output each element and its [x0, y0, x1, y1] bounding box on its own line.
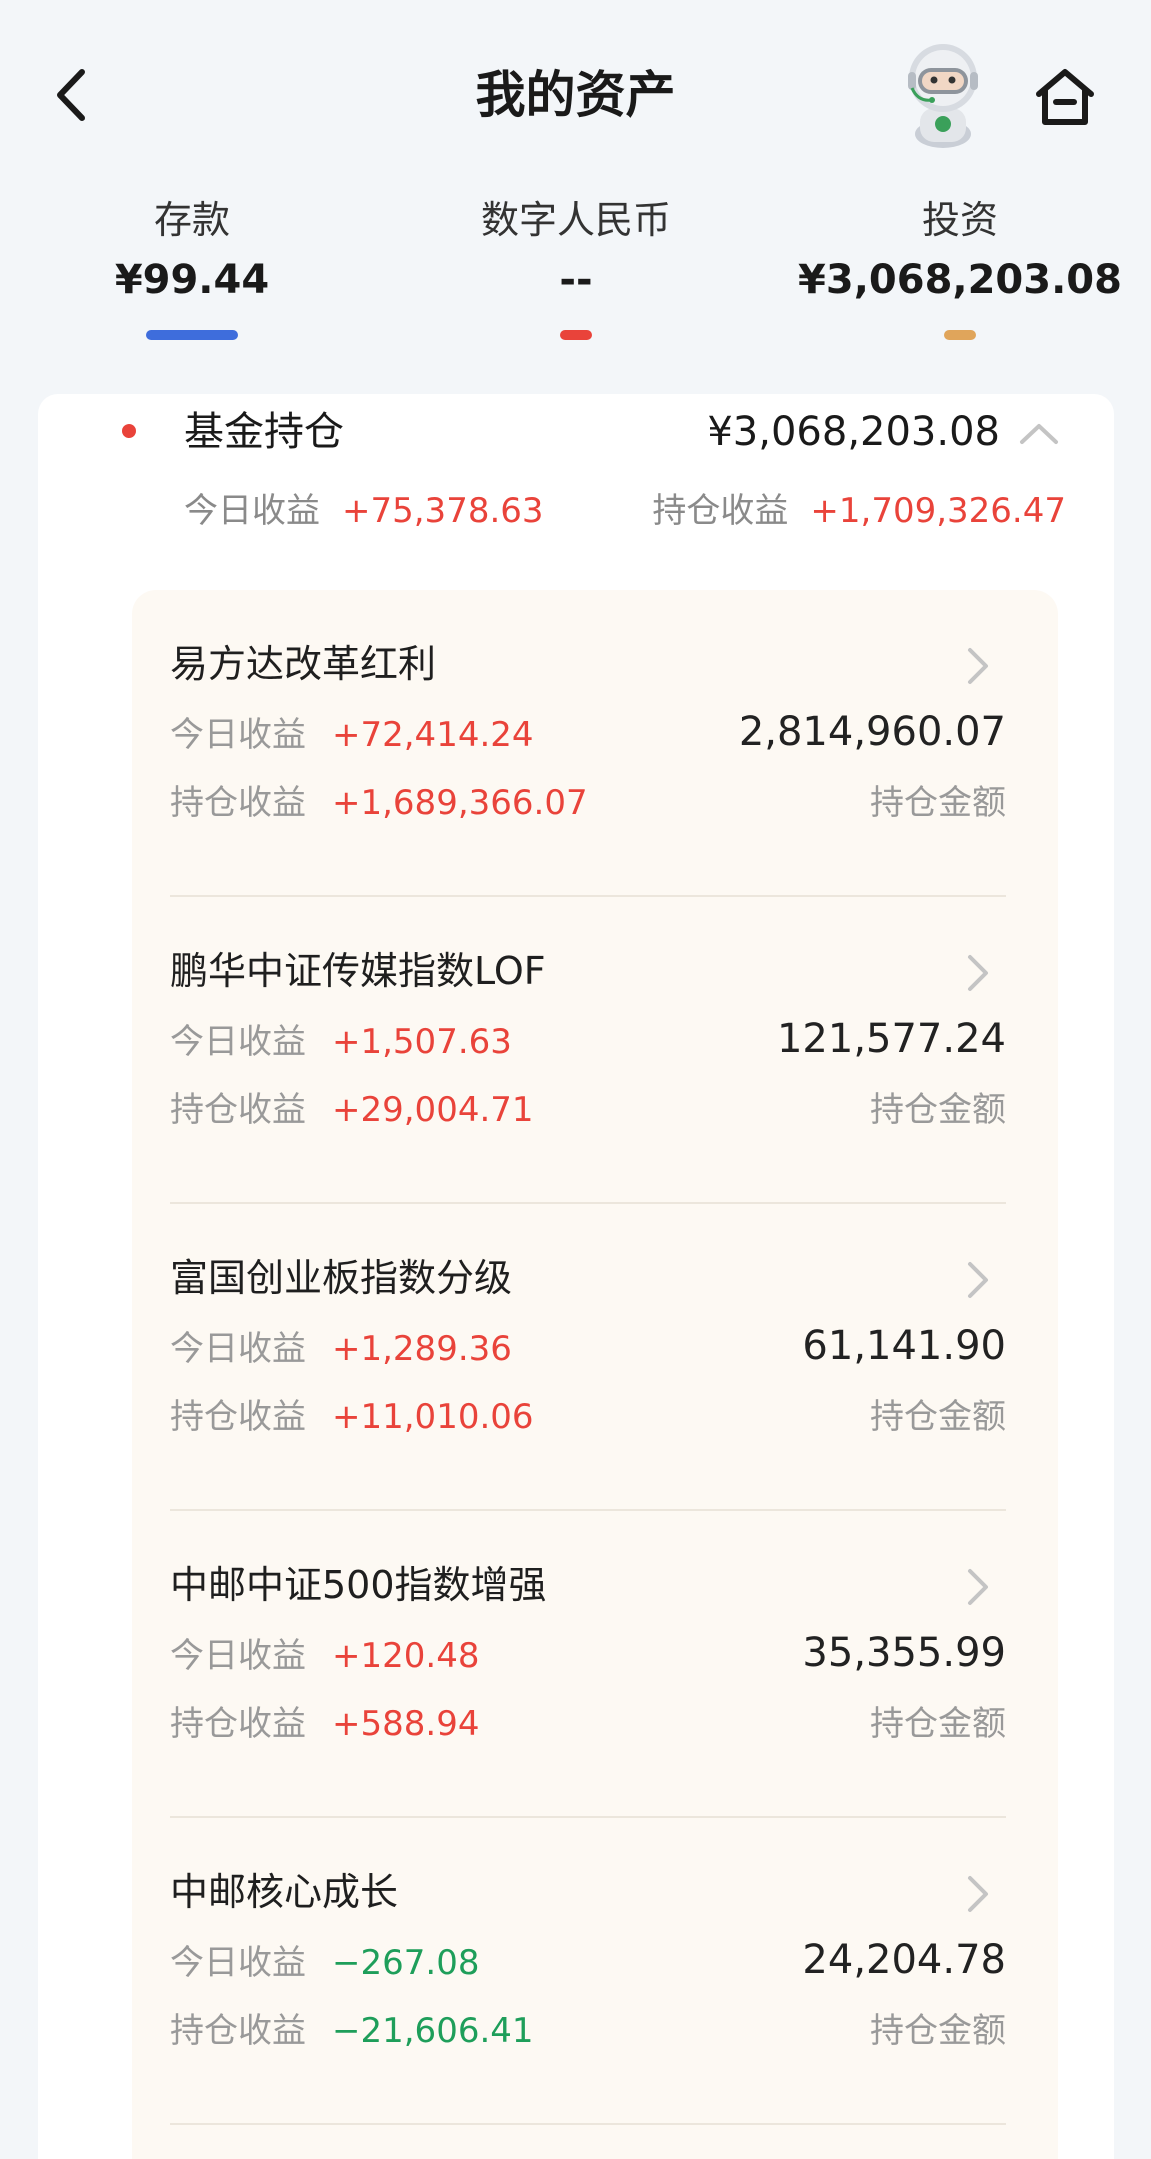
- summary-holding-earnings: 持仓收益 +1,709,326.47: [652, 486, 1066, 536]
- collapse-button[interactable]: [1014, 414, 1064, 450]
- chevron-right-icon: [968, 1876, 988, 1912]
- fund-name: 中邮核心成长: [170, 1870, 399, 1914]
- fund-today-value: −267.08: [332, 1943, 480, 1983]
- fund-hold-row: 持仓收益 +1,689,366.07: [170, 778, 588, 828]
- fund-today-label: 今日收益: [170, 1943, 306, 1983]
- tab-deposit-value: ¥99.44: [114, 257, 270, 303]
- fund-item[interactable]: 中邮核心成长 今日收益 −267.08 持仓收益 −21,606.41 24,204…: [132, 1818, 1058, 2125]
- fund-hold-row: 持仓收益 −21,606.41: [170, 2006, 534, 2056]
- fund-hold-value: +11,010.06: [332, 1397, 534, 1437]
- fund-amount: 61,141.90: [802, 1323, 1006, 1369]
- fund-hold-label: 持仓收益: [170, 1704, 306, 1744]
- fund-summary-dot: [122, 424, 136, 438]
- tab-investment-value: ¥3,068,203.08: [798, 257, 1122, 303]
- fund-name: 易方达改革红利: [170, 642, 437, 686]
- fund-today-label: 今日收益: [170, 1329, 306, 1369]
- fund-today-label: 今日收益: [170, 1636, 306, 1676]
- fund-hold-value: +1,689,366.07: [332, 783, 588, 823]
- robot-assistant-icon: [908, 44, 978, 148]
- fund-amount-label: 持仓金额: [870, 1397, 1006, 1437]
- tab-digital-rmb-label: 数字人民币: [480, 198, 671, 242]
- fund-amount-label: 持仓金额: [870, 783, 1006, 823]
- fund-amount: 35,355.99: [802, 1630, 1006, 1676]
- assistant-button[interactable]: [888, 38, 998, 150]
- fund-hold-value: +29,004.71: [332, 1090, 534, 1130]
- fund-item[interactable]: 富国创业板指数分级 今日收益 +1,289.36 持仓收益 +11,010.06 6…: [132, 1204, 1058, 1511]
- fund-today-value: +1,507.63: [332, 1022, 512, 1062]
- fund-list: 易方达改革红利 今日收益 +72,414.24 持仓收益 +1,689,366.07…: [132, 590, 1058, 2159]
- fund-today-label: 今日收益: [170, 715, 306, 755]
- fund-today-value: +120.48: [332, 1636, 480, 1676]
- fund-name: 鹏华中证传媒指数LOF: [170, 949, 546, 993]
- fund-item[interactable]: 鹏华中证传媒指数LOF 今日收益 +1,507.63 持仓收益 +29,004.71…: [132, 897, 1058, 1204]
- chevron-right-icon: [968, 648, 988, 684]
- top-bar: 我的资产: [0, 0, 1151, 190]
- fund-amount: 2,814,960.07: [738, 709, 1006, 755]
- tab-deposit[interactable]: 存款 ¥99.44: [92, 190, 292, 340]
- chevron-right-icon: [968, 1569, 988, 1605]
- tab-investment-label: 投资: [921, 198, 998, 242]
- fund-hold-row: 持仓收益 +11,010.06: [170, 1392, 534, 1442]
- fund-name: 中邮中证500指数增强: [170, 1563, 547, 1607]
- chevron-up-icon: [1020, 424, 1058, 444]
- fund-today-row: 今日收益 +1,507.63: [170, 1017, 512, 1067]
- home-icon: [1036, 69, 1094, 125]
- fund-amount-label: 持仓金额: [870, 2011, 1006, 2051]
- fund-hold-value: +588.94: [332, 1704, 480, 1744]
- fund-hold-label: 持仓收益: [170, 783, 306, 823]
- home-button[interactable]: [1030, 62, 1100, 132]
- tab-investment-indicator: [944, 330, 976, 340]
- fund-name: 富国创业板指数分级: [170, 1256, 513, 1300]
- fund-hold-label: 持仓收益: [170, 2011, 306, 2051]
- fund-divider: [170, 2123, 1006, 2125]
- fund-hold-label: 持仓收益: [170, 1090, 306, 1130]
- summary-hold-value: +1,709,326.47: [810, 491, 1066, 531]
- tab-investment[interactable]: 投资 ¥3,068,203.08: [790, 190, 1130, 340]
- tab-digital-rmb[interactable]: 数字人民币 --: [416, 190, 736, 340]
- fund-item[interactable]: 易方达改革红利 今日收益 +72,414.24 持仓收益 +1,689,366.07…: [132, 590, 1058, 897]
- fund-item[interactable]: 中邮中证500指数增强 今日收益 +120.48 持仓收益 +588.94 35,3…: [132, 1511, 1058, 1818]
- fund-amount: 121,577.24: [776, 1016, 1006, 1062]
- fund-summary-total: ¥3,068,203.08: [707, 409, 1000, 455]
- holdings-panel: 基金持仓 ¥3,068,203.08 今日收益 +75,378.63 持仓收益 +1…: [38, 394, 1114, 2159]
- tab-deposit-indicator: [146, 330, 238, 340]
- tab-deposit-label: 存款: [153, 198, 230, 242]
- fund-today-row: 今日收益 −267.08: [170, 1938, 479, 1988]
- chevron-right-icon: [968, 955, 988, 991]
- fund-hold-row: 持仓收益 +29,004.71: [170, 1085, 534, 1135]
- fund-today-value: +72,414.24: [332, 715, 534, 755]
- fund-today-row: 今日收益 +1,289.36: [170, 1324, 512, 1374]
- summary-today-value: +75,378.63: [342, 491, 544, 531]
- fund-hold-label: 持仓收益: [170, 1397, 306, 1437]
- summary-hold-label: 持仓收益: [652, 491, 789, 531]
- fund-today-row: 今日收益 +120.48: [170, 1631, 479, 1681]
- fund-amount-label: 持仓金额: [870, 1704, 1006, 1744]
- fund-summary-title: 基金持仓: [184, 409, 344, 455]
- fund-today-row: 今日收益 +72,414.24: [170, 710, 534, 760]
- fund-amount-label: 持仓金额: [870, 1090, 1006, 1130]
- fund-today-label: 今日收益: [170, 1022, 306, 1062]
- tab-digital-rmb-value: --: [559, 257, 593, 303]
- summary-today-label: 今日收益: [184, 491, 320, 531]
- fund-amount: 24,204.78: [802, 1937, 1006, 1983]
- fund-today-value: +1,289.36: [332, 1329, 512, 1369]
- tab-digital-rmb-indicator: [560, 330, 592, 340]
- fund-hold-value: −21,606.41: [332, 2011, 534, 2051]
- summary-today-earnings: 今日收益 +75,378.63: [184, 486, 544, 536]
- fund-hold-row: 持仓收益 +588.94: [170, 1699, 479, 1749]
- chevron-right-icon: [968, 1262, 988, 1298]
